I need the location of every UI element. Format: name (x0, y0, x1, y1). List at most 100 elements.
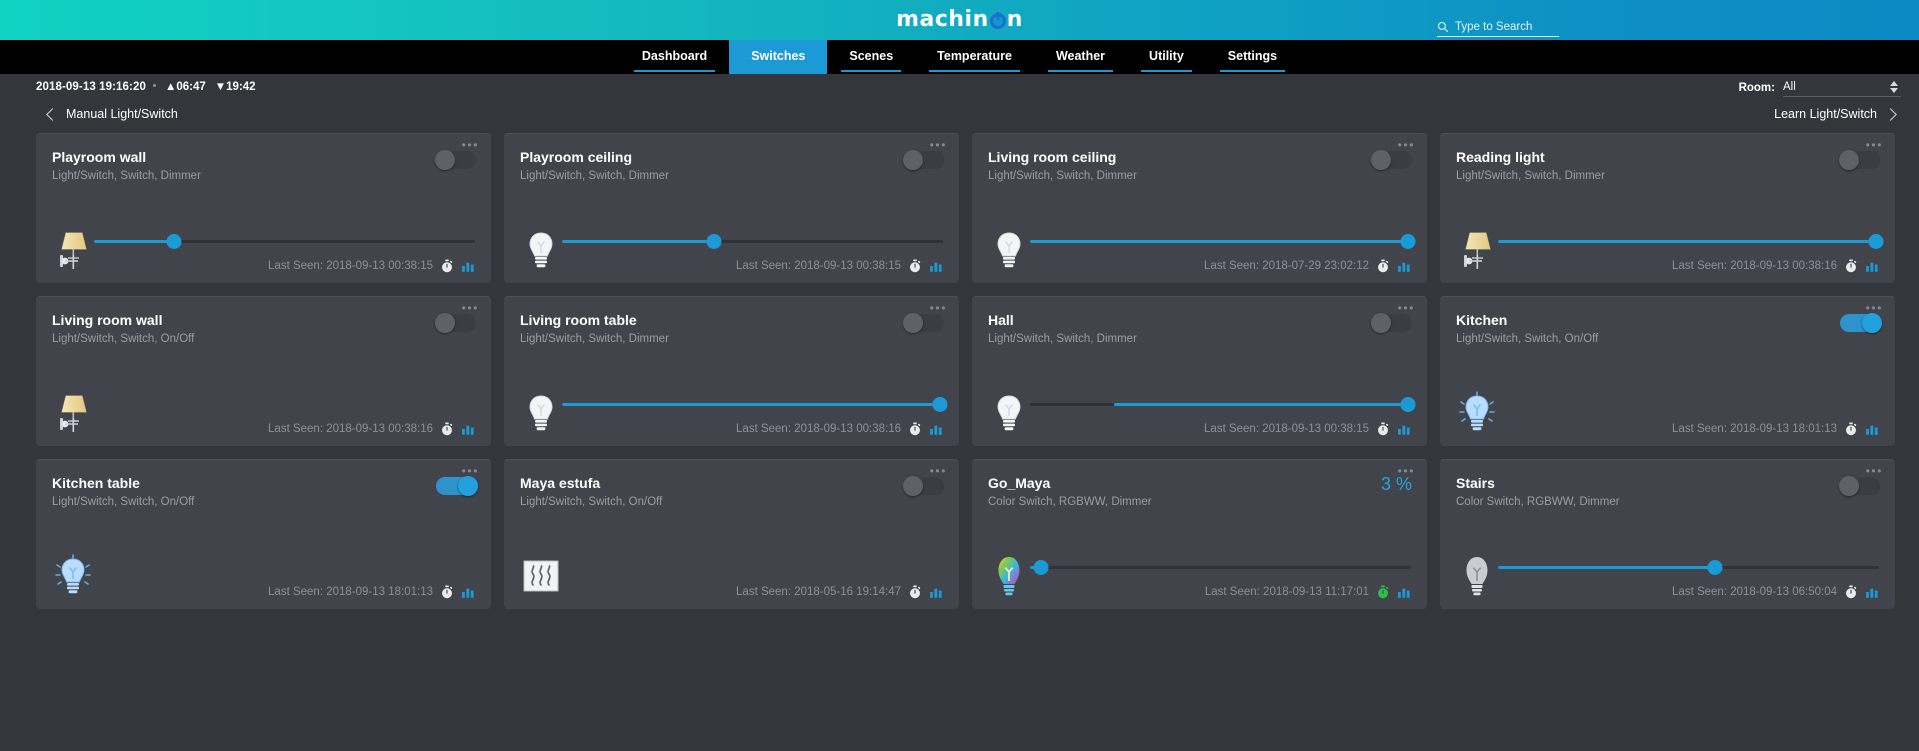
bar-chart-icon[interactable] (1397, 585, 1411, 599)
nav-item-scenes[interactable]: Scenes (827, 40, 915, 74)
device-card[interactable]: ••• Maya estufa Light/Switch, Switch, On… (504, 459, 959, 609)
device-card[interactable]: ••• Hall Light/Switch, Switch, Dimmer La… (972, 296, 1427, 446)
device-card[interactable]: ••• Stairs Color Switch, RGBWW, Dimmer L… (1440, 459, 1895, 609)
nav-item-weather[interactable]: Weather (1034, 40, 1127, 74)
stopwatch-icon[interactable] (440, 422, 454, 436)
app-logo: machin n (896, 9, 1023, 31)
room-selector[interactable]: Room: All (1739, 78, 1901, 97)
bar-chart-icon[interactable] (1865, 422, 1879, 436)
brightness-slider[interactable] (1030, 233, 1416, 249)
toggle-knob (903, 313, 923, 333)
slider-handle[interactable] (932, 397, 948, 412)
stopwatch-icon[interactable] (1844, 585, 1858, 599)
stopwatch-icon[interactable] (1376, 585, 1390, 599)
device-card[interactable]: ••• Living room table Light/Switch, Swit… (504, 296, 959, 446)
device-title: Living room table (520, 312, 637, 328)
brightness-slider[interactable] (1498, 559, 1879, 575)
status-strip: 2018-09-13 19:16:20 ▲06:47 ▼19:42 Room: … (0, 74, 1919, 100)
search-input[interactable] (1455, 21, 1559, 33)
stopwatch-icon[interactable] (1844, 259, 1858, 273)
bar-chart-icon[interactable] (1397, 422, 1411, 436)
last-seen-text: Last Seen: 2018-09-13 00:38:15 (268, 260, 433, 272)
device-card[interactable]: ••• Living room wall Light/Switch, Switc… (36, 296, 491, 446)
power-toggle[interactable] (1839, 476, 1880, 496)
brightness-slider[interactable] (1030, 396, 1416, 412)
power-toggle[interactable] (1371, 150, 1412, 170)
brightness-slider[interactable] (562, 233, 943, 249)
power-toggle[interactable] (436, 476, 478, 496)
slider-handle[interactable] (1707, 560, 1723, 575)
nav-underline (841, 70, 902, 72)
brightness-slider[interactable] (1498, 233, 1884, 249)
slider-handle[interactable] (166, 234, 182, 249)
stopwatch-icon[interactable] (1376, 422, 1390, 436)
power-toggle[interactable] (1840, 313, 1882, 333)
bar-chart-icon[interactable] (929, 422, 943, 436)
card-menu-button[interactable]: ••• (1398, 139, 1415, 151)
last-seen-text: Last Seen: 2018-09-13 00:38:16 (1672, 260, 1837, 272)
power-toggle[interactable] (903, 150, 944, 170)
bar-chart-icon[interactable] (929, 259, 943, 273)
stopwatch-icon[interactable] (1376, 259, 1390, 273)
power-toggle[interactable] (1839, 150, 1880, 170)
brightness-slider[interactable] (1030, 559, 1411, 575)
card-menu-button[interactable]: ••• (1866, 465, 1883, 477)
bar-chart-icon[interactable] (1865, 585, 1879, 599)
slider-handle[interactable] (1400, 397, 1416, 412)
manual-light-switch-link[interactable]: Manual Light/Switch (46, 107, 178, 121)
bar-chart-icon[interactable] (1865, 259, 1879, 273)
card-menu-button[interactable]: ••• (930, 139, 947, 151)
bar-chart-icon[interactable] (461, 585, 475, 599)
nav-item-switches[interactable]: Switches (729, 40, 828, 74)
card-menu-button[interactable]: ••• (1866, 302, 1883, 314)
card-menu-button[interactable]: ••• (930, 302, 947, 314)
card-footer: Last Seen: 2018-09-13 00:38:16 (1456, 225, 1884, 273)
bar-chart-icon[interactable] (461, 422, 475, 436)
power-toggle[interactable] (1371, 313, 1412, 333)
card-menu-button[interactable]: ••• (1866, 139, 1883, 151)
bar-chart-icon[interactable] (1397, 259, 1411, 273)
bar-chart-icon[interactable] (929, 585, 943, 599)
card-menu-button[interactable]: ••• (462, 302, 479, 314)
brightness-slider[interactable] (94, 233, 475, 249)
power-toggle[interactable] (435, 313, 476, 333)
learn-light-switch-link[interactable]: Learn Light/Switch (1774, 107, 1897, 121)
card-meta: Last Seen: 2018-09-13 00:38:16 (1672, 259, 1879, 273)
nav-item-temperature[interactable]: Temperature (915, 40, 1034, 74)
slider-handle[interactable] (1400, 234, 1416, 249)
device-card[interactable]: ••• Playroom wall Light/Switch, Switch, … (36, 133, 491, 283)
device-card[interactable]: ••• Kitchen Light/Switch, Switch, On/Off (1440, 296, 1895, 446)
device-card[interactable]: ••• Kitchen table Light/Switch, Switch, … (36, 459, 491, 609)
nav-underline (1219, 70, 1286, 72)
device-card[interactable]: ••• Living room ceiling Light/Switch, Sw… (972, 133, 1427, 283)
toggle-knob (903, 150, 923, 170)
stopwatch-icon[interactable] (908, 422, 922, 436)
slider-handle[interactable] (706, 234, 722, 249)
search-box[interactable] (1437, 21, 1559, 37)
stopwatch-icon[interactable] (440, 585, 454, 599)
power-toggle[interactable] (903, 313, 944, 333)
card-menu-button[interactable]: ••• (1398, 302, 1415, 314)
brightness-slider[interactable] (562, 396, 948, 412)
stopwatch-icon[interactable] (440, 259, 454, 273)
stopwatch-icon[interactable] (908, 585, 922, 599)
nav-item-dashboard[interactable]: Dashboard (620, 40, 729, 74)
card-menu-button[interactable]: ••• (462, 139, 479, 151)
logo-text-pre: machin (896, 7, 989, 32)
stopwatch-icon[interactable] (1844, 422, 1858, 436)
nav-item-utility[interactable]: Utility (1127, 40, 1206, 74)
room-dropdown[interactable]: All (1783, 78, 1901, 97)
slider-handle[interactable] (1868, 234, 1884, 249)
device-card[interactable]: ••• Playroom ceiling Light/Switch, Switc… (504, 133, 959, 283)
device-card[interactable]: ••• 3 % Go_Maya Color Switch, RGBWW, Dim… (972, 459, 1427, 609)
power-toggle[interactable] (435, 150, 476, 170)
nav-item-settings[interactable]: Settings (1206, 40, 1299, 74)
nav-label: Dashboard (641, 49, 708, 63)
bar-chart-icon[interactable] (461, 259, 475, 273)
stopwatch-icon[interactable] (908, 259, 922, 273)
power-toggle[interactable] (903, 476, 944, 496)
slider-handle[interactable] (1033, 560, 1049, 575)
device-card[interactable]: ••• Reading light Light/Switch, Switch, … (1440, 133, 1895, 283)
card-menu-button[interactable]: ••• (930, 465, 947, 477)
card-menu-button[interactable]: ••• (462, 465, 479, 477)
